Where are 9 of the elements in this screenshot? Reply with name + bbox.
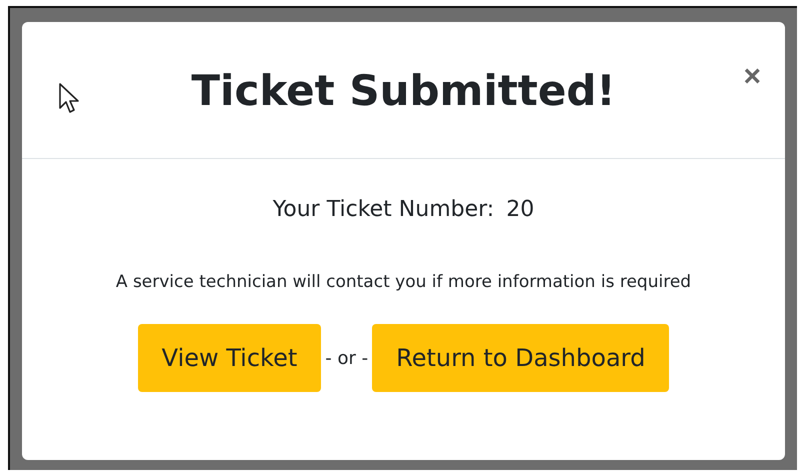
modal-title: Ticket Submitted! <box>191 66 616 114</box>
view-ticket-button[interactable]: View Ticket <box>138 324 322 392</box>
separator-text: - or - <box>325 348 368 368</box>
return-dashboard-button[interactable]: Return to Dashboard <box>372 324 670 392</box>
ticket-number-label: Your Ticket Number: <box>272 197 494 222</box>
mouse-pointer-icon <box>58 82 80 114</box>
info-message: A service technician will contact you if more information is required <box>116 272 692 292</box>
close-button[interactable]: × <box>739 62 765 92</box>
ticket-number: 20 <box>506 197 534 222</box>
